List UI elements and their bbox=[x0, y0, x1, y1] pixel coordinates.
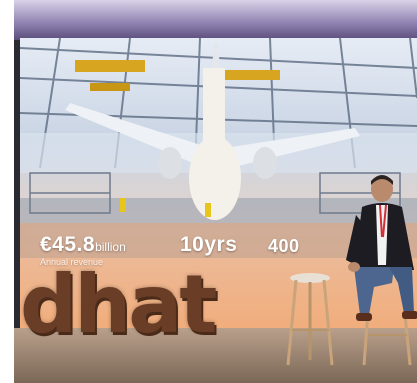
stage-logo-letters: dhat bbox=[20, 258, 217, 351]
stage: €45.8billion Annual revenue 10yrs 400 dh… bbox=[14, 0, 417, 383]
stage-ceiling-lights bbox=[14, 0, 417, 40]
stat-revenue-value: €45.8 bbox=[40, 233, 96, 256]
stat-revenue-unit: billion bbox=[95, 240, 126, 254]
stat-years: 10yrs bbox=[180, 233, 238, 256]
seated-speaker bbox=[346, 175, 417, 321]
stat-count: 400 bbox=[268, 236, 300, 256]
